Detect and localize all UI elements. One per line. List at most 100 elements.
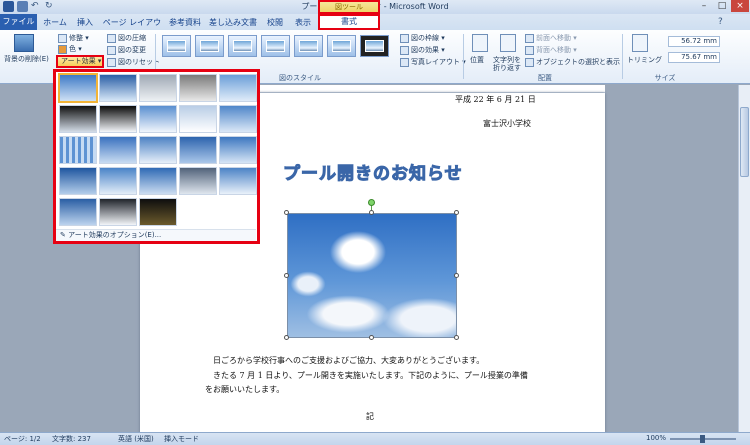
border-icon bbox=[400, 33, 409, 43]
picture-border-button[interactable]: 図の枠線 ▾ bbox=[400, 33, 445, 43]
document-paragraph-3: をお願いいたします。 bbox=[205, 385, 285, 394]
picture-layout-button[interactable]: 写真レイアウト ▾ bbox=[400, 57, 466, 67]
picture-effects-label: 図の効果 bbox=[411, 46, 439, 54]
picture-style-5[interactable] bbox=[294, 35, 323, 57]
height-field[interactable]: 56.72 mm bbox=[668, 36, 720, 47]
tab-view[interactable]: 表示 bbox=[292, 15, 314, 30]
art-effect-thumbnail-14[interactable] bbox=[179, 136, 217, 164]
crop-icon[interactable] bbox=[632, 34, 648, 52]
position-button[interactable]: 位置 bbox=[470, 55, 484, 65]
resize-handle[interactable] bbox=[284, 335, 289, 340]
reset-picture-button[interactable]: 図のリセット bbox=[107, 57, 160, 67]
tab-mailings[interactable]: 差し込み文書 bbox=[208, 15, 258, 30]
picture-style-2[interactable] bbox=[195, 35, 224, 57]
send-backward-icon bbox=[525, 45, 534, 55]
effects-icon bbox=[400, 45, 409, 55]
art-effect-thumbnail-13[interactable] bbox=[139, 136, 177, 164]
tab-insert[interactable]: 挿入 bbox=[74, 15, 96, 30]
reset-picture-label: 図のリセット bbox=[118, 58, 160, 66]
document-paragraph-1: 日ごろから学校行事へのご支援およびご協力、大変ありがとうございます。 bbox=[213, 356, 485, 365]
document-school: 富士沢小学校 bbox=[483, 119, 531, 128]
size-group-label: サイズ bbox=[654, 74, 676, 82]
art-effect-thumbnail-20[interactable] bbox=[219, 167, 257, 195]
color-icon bbox=[58, 44, 67, 54]
resize-handle[interactable] bbox=[284, 210, 289, 215]
color-label: 色 bbox=[69, 45, 76, 53]
selected-picture[interactable] bbox=[287, 213, 457, 338]
picture-style-3[interactable] bbox=[228, 35, 257, 57]
rotation-handle[interactable] bbox=[368, 199, 375, 206]
position-icon[interactable] bbox=[472, 34, 488, 52]
status-insert-mode[interactable]: 挿入モード bbox=[164, 434, 199, 444]
status-language[interactable]: 英語 (米国) bbox=[118, 434, 154, 444]
resize-handle[interactable] bbox=[454, 335, 459, 340]
art-effect-thumbnail-22[interactable] bbox=[99, 198, 137, 226]
art-effect-thumbnail-9[interactable] bbox=[179, 105, 217, 133]
zoom-slider-thumb[interactable] bbox=[700, 435, 705, 443]
picture-effects-button[interactable]: 図の効果 ▾ bbox=[400, 45, 445, 55]
art-effect-thumbnail-17[interactable] bbox=[99, 167, 137, 195]
document-headline[interactable]: プール開きのお知らせ bbox=[283, 159, 463, 185]
close-icon[interactable]: × bbox=[731, 0, 749, 12]
art-effect-thumbnail-4[interactable] bbox=[179, 74, 217, 102]
art-effect-thumbnail-3[interactable] bbox=[139, 74, 177, 102]
remove-background-icon[interactable] bbox=[14, 34, 34, 52]
art-effect-thumbnail-21[interactable] bbox=[59, 198, 97, 226]
picture-style-6[interactable] bbox=[327, 35, 356, 57]
compress-pictures-button[interactable]: 図の圧縮 bbox=[107, 33, 146, 43]
resize-handle[interactable] bbox=[454, 273, 459, 278]
art-effects-label: アート効果 bbox=[61, 57, 96, 65]
tab-page-layout[interactable]: ページ レイアウト bbox=[102, 15, 162, 42]
art-effect-thumbnail-6[interactable] bbox=[59, 105, 97, 133]
tab-review[interactable]: 校閲 bbox=[264, 15, 286, 30]
art-effect-thumbnail-5[interactable] bbox=[219, 74, 257, 102]
resize-handle[interactable] bbox=[454, 210, 459, 215]
art-effect-thumbnail-2[interactable] bbox=[99, 74, 137, 102]
tab-file[interactable]: ファイル bbox=[0, 14, 37, 30]
scrollbar-thumb[interactable] bbox=[740, 107, 749, 177]
picture-style-7[interactable] bbox=[360, 35, 389, 57]
art-effects-options[interactable]: ✎ アート効果のオプション(E)... bbox=[56, 229, 256, 241]
document-paragraph-2: きたる 7 月 1 日より、プール開きを実施いたします。下記のように、プール授業… bbox=[213, 371, 528, 380]
color-button[interactable]: 色 ▾ bbox=[58, 44, 82, 54]
wrap-text-label-2[interactable]: 折り返す bbox=[493, 63, 521, 73]
art-effect-thumbnail-8[interactable] bbox=[139, 105, 177, 133]
selection-pane-button[interactable]: オブジェクトの選択と表示 bbox=[525, 57, 620, 67]
tab-references[interactable]: 参考資料 bbox=[168, 15, 202, 30]
picture-style-4[interactable] bbox=[261, 35, 290, 57]
art-effect-thumbnail-11[interactable] bbox=[59, 136, 97, 164]
picture-tools-context-label: 図ツール bbox=[318, 0, 380, 14]
corrections-label: 修整 bbox=[69, 34, 83, 42]
minimize-icon[interactable]: – bbox=[695, 0, 713, 12]
art-effects-button[interactable]: アート効果 ▾ bbox=[56, 55, 104, 68]
tab-home[interactable]: ホーム bbox=[40, 15, 70, 30]
art-effect-thumbnail-10[interactable] bbox=[219, 105, 257, 133]
art-effect-thumbnail-16[interactable] bbox=[59, 167, 97, 195]
corrections-button[interactable]: 修整 ▾ bbox=[58, 33, 89, 43]
resize-handle[interactable] bbox=[369, 210, 374, 215]
art-effect-thumbnail-12[interactable] bbox=[99, 136, 137, 164]
tab-format[interactable]: 書式 bbox=[318, 14, 380, 30]
bring-forward-button: 前面へ移動 ▾ bbox=[525, 33, 577, 43]
layout-icon bbox=[400, 57, 409, 67]
reset-picture-icon bbox=[107, 57, 116, 67]
resize-handle[interactable] bbox=[369, 335, 374, 340]
wrap-text-icon[interactable] bbox=[500, 34, 516, 52]
art-effect-thumbnail-18[interactable] bbox=[139, 167, 177, 195]
maximize-icon[interactable]: □ bbox=[713, 0, 731, 12]
crop-button[interactable]: トリミング bbox=[627, 55, 662, 65]
zoom-level[interactable]: 100% bbox=[646, 434, 666, 442]
resize-handle[interactable] bbox=[284, 273, 289, 278]
art-effect-thumbnail-19[interactable] bbox=[179, 167, 217, 195]
change-picture-button[interactable]: 図の変更 bbox=[107, 45, 146, 55]
art-effect-thumbnail-7[interactable] bbox=[99, 105, 137, 133]
art-effect-thumbnail-15[interactable] bbox=[219, 136, 257, 164]
picture-style-1[interactable] bbox=[162, 35, 191, 57]
status-word-count[interactable]: 文字数: 237 bbox=[52, 434, 91, 444]
status-page[interactable]: ページ: 1/2 bbox=[4, 434, 41, 444]
remove-background-button[interactable]: 背景の削除(E) bbox=[4, 54, 49, 64]
help-icon[interactable]: ? bbox=[718, 17, 723, 27]
width-field[interactable]: 75.67 mm bbox=[668, 52, 720, 63]
art-effect-thumbnail-23[interactable] bbox=[139, 198, 177, 226]
title-bar: ↶ ↻ プール開きのお知らせ - Microsoft Word 図ツール – □… bbox=[0, 0, 750, 14]
